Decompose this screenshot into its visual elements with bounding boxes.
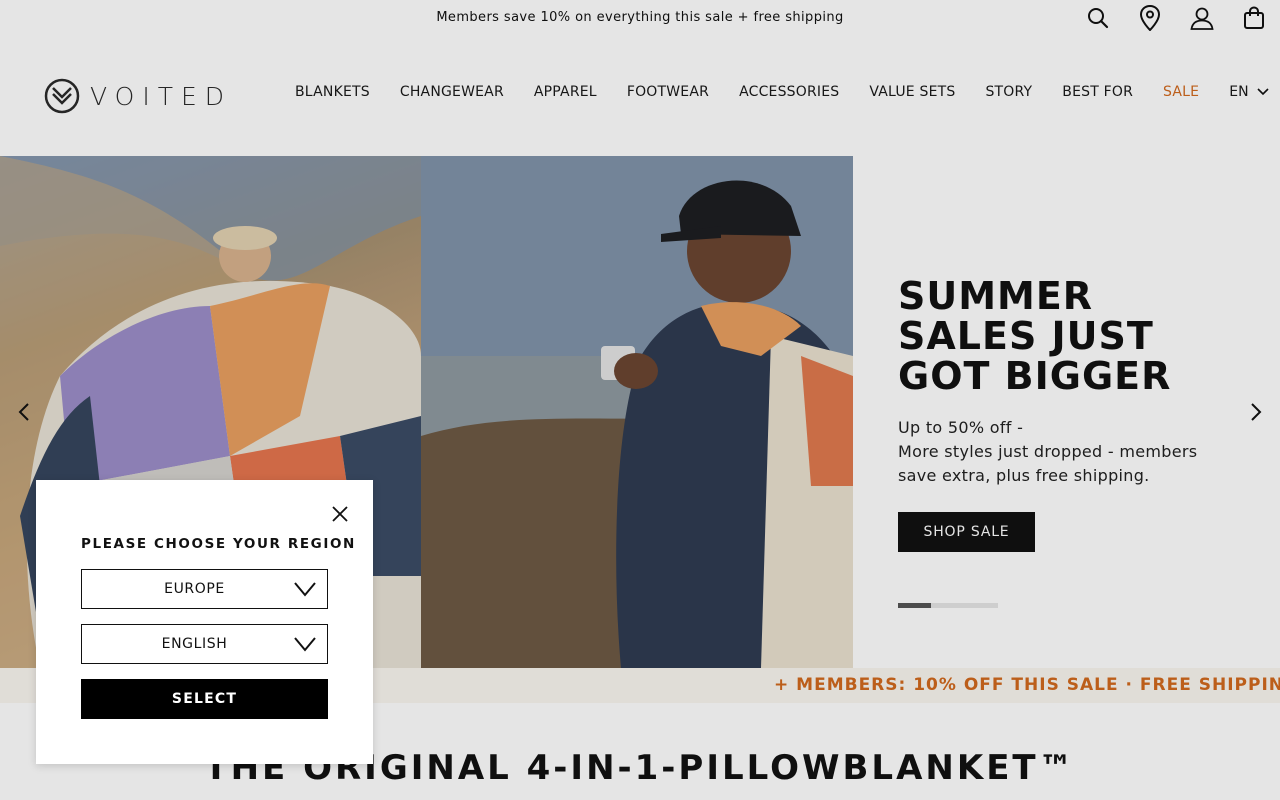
modal-title: PLEASE CHOOSE YOUR REGION bbox=[81, 536, 356, 552]
region-select-value: EUROPE bbox=[164, 581, 225, 597]
language-select[interactable]: ENGLISH bbox=[81, 624, 328, 664]
chevron-down-icon bbox=[294, 637, 316, 652]
close-icon bbox=[332, 506, 348, 522]
close-button[interactable] bbox=[326, 500, 354, 528]
chevron-down-icon bbox=[294, 582, 316, 597]
select-button[interactable]: SELECT bbox=[81, 679, 328, 719]
region-modal: PLEASE CHOOSE YOUR REGION EUROPE ENGLISH… bbox=[36, 480, 373, 764]
region-select[interactable]: EUROPE bbox=[81, 569, 328, 609]
language-select-value: ENGLISH bbox=[161, 636, 228, 652]
